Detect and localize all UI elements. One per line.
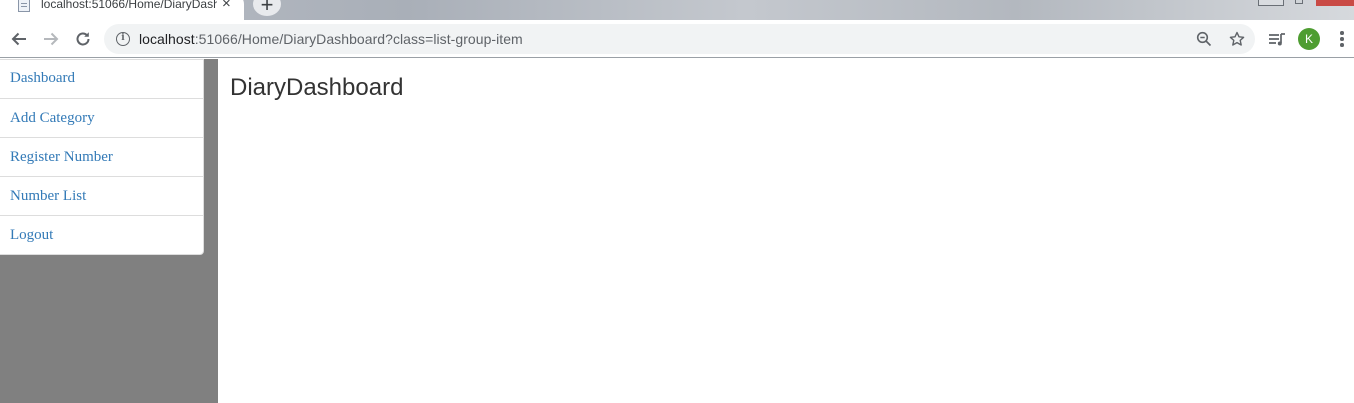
back-arrow-icon[interactable] — [9, 29, 29, 49]
star-icon[interactable] — [1229, 31, 1245, 47]
sidebar-item-number-list[interactable]: Number List — [0, 177, 203, 216]
zoom-out-icon[interactable] — [1196, 31, 1212, 47]
sidebar-item-register-number[interactable]: Register Number — [0, 138, 203, 177]
reload-icon[interactable] — [73, 29, 93, 49]
page-title: DiaryDashboard — [230, 74, 404, 101]
media-queue-icon[interactable] — [1268, 31, 1286, 49]
new-tab-button[interactable]: + — [253, 0, 281, 17]
sidebar-nav: Dashboard Add Category Register Number N… — [0, 59, 204, 255]
forward-arrow-icon[interactable] — [41, 29, 61, 49]
page-favicon-icon — [18, 0, 30, 12]
browser-toolbar: i localhost:51066/Home/DiaryDashboard?cl… — [0, 20, 1354, 58]
browser-tab[interactable]: localhost:51066/Home/DiaryDashboard?clas… — [0, 0, 244, 20]
more-vert-icon[interactable] — [1340, 31, 1344, 47]
maximize-window-button[interactable] — [1295, 0, 1303, 4]
close-window-button[interactable] — [1316, 0, 1354, 6]
sidebar-item-add-category[interactable]: Add Category — [0, 99, 203, 138]
minimize-window-button[interactable] — [1258, 0, 1284, 6]
tab-title: localhost:51066/Home/DiaryDashboard?clas… — [41, 0, 217, 11]
sidebar: Dashboard Add Category Register Number N… — [0, 59, 218, 403]
page-content: Dashboard Add Category Register Number N… — [0, 59, 1354, 403]
url-text[interactable]: localhost:51066/Home/DiaryDashboard?clas… — [139, 31, 523, 47]
address-bar[interactable]: i localhost:51066/Home/DiaryDashboard?cl… — [104, 24, 1255, 54]
close-tab-icon[interactable]: × — [222, 0, 231, 11]
sidebar-item-dashboard[interactable]: Dashboard — [0, 60, 203, 99]
sidebar-item-logout[interactable]: Logout — [0, 216, 203, 254]
info-icon[interactable]: i — [116, 32, 130, 46]
profile-avatar[interactable]: K — [1298, 28, 1320, 50]
browser-tab-strip: localhost:51066/Home/DiaryDashboard?clas… — [0, 0, 1354, 20]
